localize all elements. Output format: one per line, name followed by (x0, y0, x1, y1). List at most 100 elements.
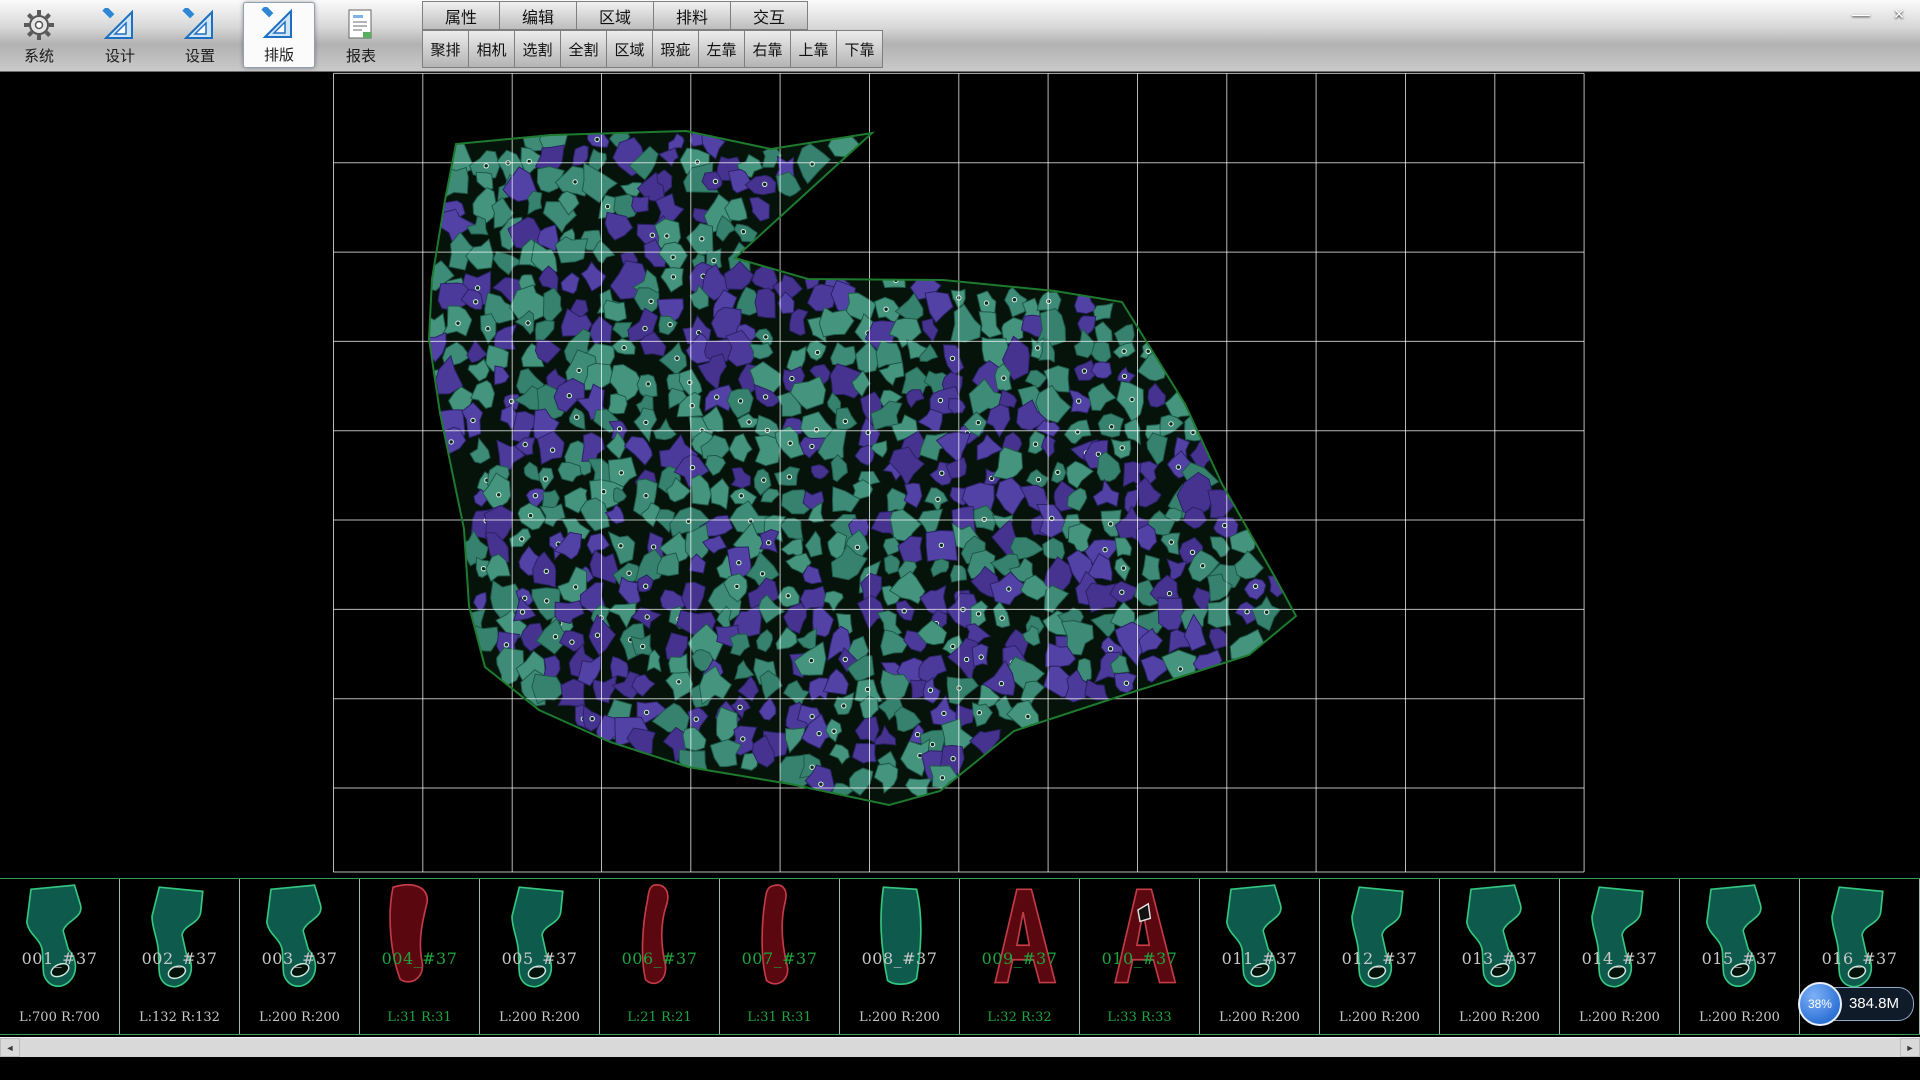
piece-thumbnail[interactable]: 014_#37 L:200 R:200 (1560, 879, 1680, 1034)
piece-thumbnail[interactable]: 002_#37L:132 R:132 (120, 879, 240, 1034)
piece-name: 009_#37 (960, 949, 1079, 968)
main-button-design[interactable]: 设计 (84, 2, 156, 68)
piece-name: 010_#37 (1080, 949, 1199, 968)
nesting-drawing (0, 71, 1920, 878)
piece-name: 012_#37 (1320, 949, 1439, 968)
piece-name: 007_#37 (720, 949, 839, 968)
nesting-canvas[interactable] (0, 71, 1920, 878)
piece-name: 011_#37 (1200, 949, 1319, 968)
main-button-layout[interactable]: 排版 (243, 2, 315, 68)
ribbon: 系统 设计 设置 排版 报表 属性编辑区域排料交互 聚排相机选割全割区域瑕疵左靠右靠上靠… (0, 0, 1920, 72)
piece-shape (368, 881, 472, 995)
piece-quantity: L:200 R:200 (240, 1010, 359, 1025)
piece-shape (968, 881, 1072, 995)
piece-quantity: L:200 R:200 (1440, 1010, 1559, 1025)
piece-shape (1328, 881, 1432, 995)
main-button-label: 排版 (264, 44, 294, 65)
main-button-label: 设计 (105, 45, 135, 66)
piece-shape (8, 881, 112, 995)
piece-name: 015_#37 (1680, 949, 1799, 968)
tab-edit[interactable]: 编辑 (499, 1, 577, 30)
tool-cut-all-button[interactable]: 全割 (560, 30, 607, 68)
piece-quantity: L:33 R:33 (1080, 1010, 1199, 1025)
piece-name: 001_#37 (0, 949, 119, 968)
piece-quantity: L:700 R:700 (0, 1010, 119, 1025)
piece-shape (1088, 881, 1192, 995)
piece-name: 014_#37 (1560, 949, 1679, 968)
tool-align-left-button[interactable]: 左靠 (698, 30, 745, 68)
tool-defect-button[interactable]: 瑕疵 (652, 30, 699, 68)
memory-status: 38% 384.8M (1798, 982, 1914, 1026)
piece-quantity: L:32 R:32 (960, 1010, 1079, 1025)
tool-cluster-nest-button[interactable]: 聚排 (422, 30, 469, 68)
minimize-button[interactable]: — (1850, 4, 1872, 25)
progress-value: 38% (1808, 997, 1832, 1011)
tab-properties[interactable]: 属性 (422, 1, 500, 30)
ribbon-tabs: 属性编辑区域排料交互 (422, 1, 807, 30)
piece-quantity: L:21 R:21 (600, 1010, 719, 1025)
close-button[interactable]: × (1888, 4, 1910, 25)
piece-quantity: L:200 R:200 (1200, 1010, 1319, 1025)
piece-shape (128, 881, 232, 995)
piece-thumbnail[interactable]: 013_#37 L:200 R:200 (1440, 879, 1560, 1034)
tab-nesting[interactable]: 排料 (653, 1, 731, 30)
design-ruler-icon (102, 6, 138, 44)
piece-thumbnail[interactable]: 015_#37 L:200 R:200 (1680, 879, 1800, 1034)
piece-name: 003_#37 (240, 949, 359, 968)
piece-thumbnail[interactable]: 001_#37 L:700 R:700 (0, 879, 120, 1034)
piece-shape (1808, 881, 1912, 995)
scroll-left-arrow-icon[interactable]: ◄ (0, 1038, 20, 1057)
piece-thumbnail[interactable]: 012_#37 L:200 R:200 (1320, 879, 1440, 1034)
piece-shape (608, 881, 712, 995)
piece-thumbnail[interactable]: 009_#37 L:32 R:32 (960, 879, 1080, 1034)
ribbon-tools: 聚排相机选割全割区域瑕疵左靠右靠上靠下靠 (422, 30, 882, 68)
report-icon (346, 6, 376, 44)
piece-thumbnail[interactable]: 003_#37 L:200 R:200 (240, 879, 360, 1034)
piece-name: 004_#37 (360, 949, 479, 968)
tab-interaction[interactable]: 交互 (730, 1, 808, 30)
piece-thumbnail[interactable]: 010_#37 L:33 R:33 (1080, 879, 1200, 1034)
tool-align-bottom-button[interactable]: 下靠 (836, 30, 883, 68)
piece-name: 016_#37 (1800, 949, 1919, 968)
layout-ruler-icon (261, 5, 297, 43)
tool-region-button[interactable]: 区域 (606, 30, 653, 68)
piece-shape (728, 881, 832, 995)
piece-thumbnail[interactable]: 006_#37 L:21 R:21 (600, 879, 720, 1034)
piece-name: 005_#37 (480, 949, 599, 968)
tool-select-cut-button[interactable]: 选割 (514, 30, 561, 68)
tool-align-top-button[interactable]: 上靠 (790, 30, 837, 68)
tool-camera-button[interactable]: 相机 (468, 30, 515, 68)
main-button-system[interactable]: 系统 (3, 2, 75, 68)
piece-thumbnail[interactable]: 004_#37L:31 R:31 (360, 879, 480, 1034)
progress-badge: 38% (1798, 982, 1842, 1026)
piece-shape (1208, 881, 1312, 995)
piece-thumbnail[interactable]: 011_#37 L:200 R:200 (1200, 879, 1320, 1034)
piece-thumbnail[interactable]: 008_#37 L:200 R:200 (840, 879, 960, 1034)
piece-quantity: L:200 R:200 (840, 1010, 959, 1025)
piece-quantity: L:200 R:200 (1680, 1010, 1799, 1025)
piece-name: 002_#37 (120, 949, 239, 968)
piece-name: 013_#37 (1440, 949, 1559, 968)
horizontal-scrollbar[interactable]: ◄ ► (0, 1037, 1920, 1057)
main-button-label: 设置 (185, 45, 215, 66)
piece-quantity: L:200 R:200 (1560, 1010, 1679, 1025)
piece-quantity: L:31 R:31 (720, 1010, 839, 1025)
piece-thumbnail[interactable]: 007_#37 L:31 R:31 (720, 879, 840, 1034)
piece-shape (1568, 881, 1672, 995)
gear-icon (22, 6, 56, 44)
piece-name: 006_#37 (600, 949, 719, 968)
tab-region[interactable]: 区域 (576, 1, 654, 30)
scroll-right-arrow-icon[interactable]: ► (1900, 1038, 1920, 1057)
main-button-label: 报表 (346, 45, 376, 66)
piece-shape (848, 881, 952, 995)
main-button-settings[interactable]: 设置 (164, 2, 236, 68)
piece-quantity: L:200 R:200 (1320, 1010, 1439, 1025)
piece-name: 008_#37 (840, 949, 959, 968)
settings-ruler-icon (182, 6, 218, 44)
piece-shape (488, 881, 592, 995)
pieces-strip: 001_#37 L:700 R:700002_#37L:132 R:132003_… (0, 878, 1920, 1035)
main-button-report[interactable]: 报表 (325, 2, 397, 68)
main-button-label: 系统 (24, 45, 54, 66)
tool-align-right-button[interactable]: 右靠 (744, 30, 791, 68)
piece-thumbnail[interactable]: 005_#37L:200 R:200 (480, 879, 600, 1034)
